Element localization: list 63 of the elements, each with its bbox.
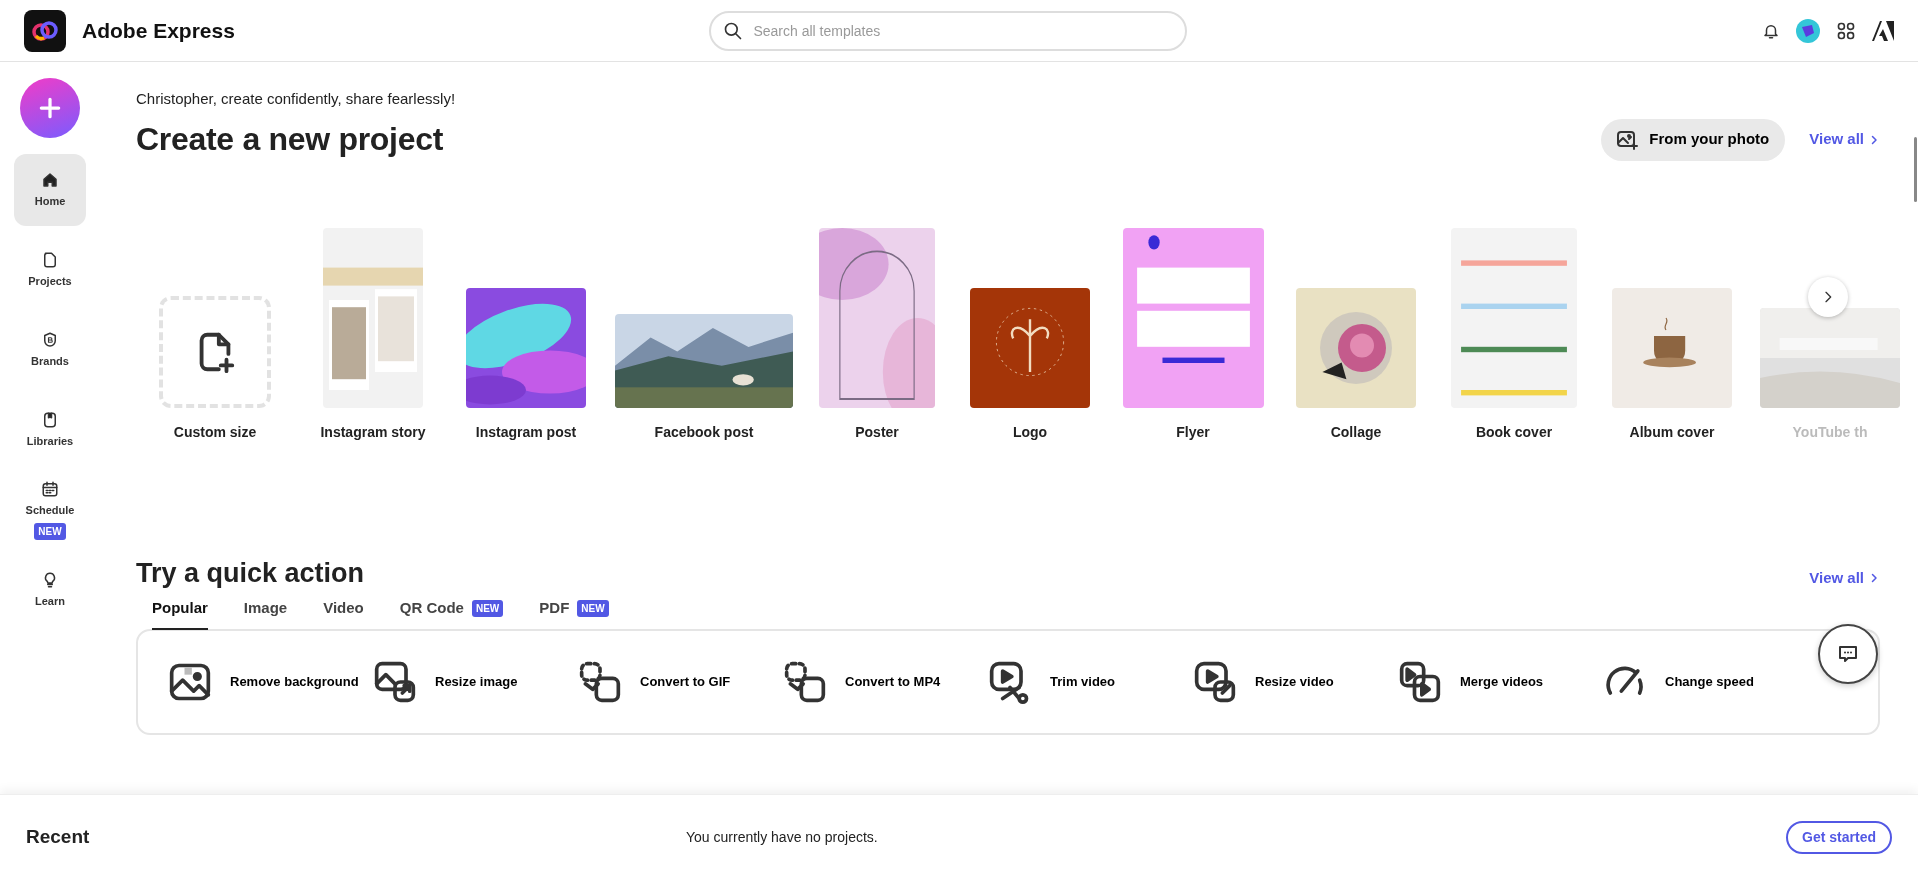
create-button[interactable]: [20, 78, 80, 138]
section-title: Recent: [26, 825, 91, 850]
nav-item[interactable]: Projects: [14, 234, 86, 306]
video-resize-icon: [1193, 659, 1237, 704]
avatar[interactable]: [1796, 18, 1820, 43]
from-photo-button[interactable]: From your photo: [1601, 118, 1786, 161]
nav-item[interactable]: Libraries: [14, 394, 86, 466]
template-card[interactable]: Flyer: [1118, 227, 1268, 443]
template-card[interactable]: Instagram post: [456, 287, 596, 443]
template-card[interactable]: Logo: [960, 287, 1100, 443]
quick-action[interactable]: Trim video: [988, 659, 1193, 704]
tab[interactable]: Video: [323, 597, 364, 630]
nav-item[interactable]: Schedule NEW: [14, 474, 86, 546]
view-all-link[interactable]: View all: [1809, 566, 1880, 589]
view-all-link[interactable]: View all: [1809, 128, 1880, 151]
quick-action[interactable]: Change speed: [1603, 659, 1808, 704]
template-card[interactable]: Book cover: [1444, 227, 1584, 443]
search-icon: [723, 20, 744, 41]
section-title: Try a quick action: [136, 556, 365, 589]
greeting-text: Christopher, create confidently, share fearlessly!: [136, 89, 457, 109]
template-card[interactable]: Album cover: [1602, 287, 1742, 443]
empty-message: You currently have no projects.: [686, 828, 879, 847]
bookmark-icon: [41, 410, 59, 429]
quick-action[interactable]: Resize video: [1193, 659, 1398, 704]
template-card[interactable]: Collage: [1286, 287, 1426, 443]
template-card[interactable]: Poster: [812, 227, 942, 443]
nav-item[interactable]: Learn: [14, 554, 86, 626]
image-resize-icon: [373, 659, 417, 704]
template-card[interactable]: Custom size: [140, 295, 290, 443]
tab[interactable]: QR Code NEW: [399, 597, 504, 630]
new-badge: NEW: [471, 599, 504, 617]
tab[interactable]: Image: [243, 597, 288, 630]
scrollbar[interactable]: [1914, 137, 1917, 202]
quick-action[interactable]: Resize image: [373, 659, 578, 704]
nav-item[interactable]: Brands: [14, 314, 86, 386]
search-field[interactable]: Search all templates: [709, 10, 1188, 51]
nav-item[interactable]: Home: [14, 154, 86, 226]
get-started-button[interactable]: Get started: [1786, 821, 1892, 854]
template-card[interactable]: Facebook post: [614, 313, 794, 443]
video-merge-icon: [1398, 659, 1442, 704]
file-icon: [41, 250, 59, 269]
brand-name[interactable]: Adobe Express: [82, 14, 235, 47]
new-badge: NEW: [34, 522, 66, 540]
quick-action[interactable]: Merge videos: [1398, 659, 1603, 704]
custom-size-tile[interactable]: [159, 295, 271, 408]
tab[interactable]: PDF NEW: [539, 597, 609, 630]
home-icon: [41, 170, 59, 189]
quick-action[interactable]: Convert to GIF: [578, 659, 783, 704]
page-title: Create a new project: [136, 120, 444, 159]
quick-action[interactable]: Remove background: [168, 659, 373, 704]
logo-icon[interactable]: [24, 9, 66, 52]
calendar-icon: [41, 480, 59, 499]
shield-icon: [41, 330, 59, 349]
mp4-convert-icon: [783, 659, 827, 704]
template-card[interactable]: Instagram story: [308, 227, 438, 443]
plus-icon: [37, 95, 63, 121]
quick-action[interactable]: Convert to MP4: [783, 659, 988, 704]
chat-button[interactable]: [1818, 624, 1878, 684]
tab[interactable]: Popular: [152, 597, 208, 630]
gif-convert-icon: [578, 659, 622, 704]
apps-grid-icon[interactable]: [1836, 20, 1856, 41]
adobe-logo-icon[interactable]: [1872, 20, 1894, 41]
new-badge: NEW: [577, 599, 609, 617]
